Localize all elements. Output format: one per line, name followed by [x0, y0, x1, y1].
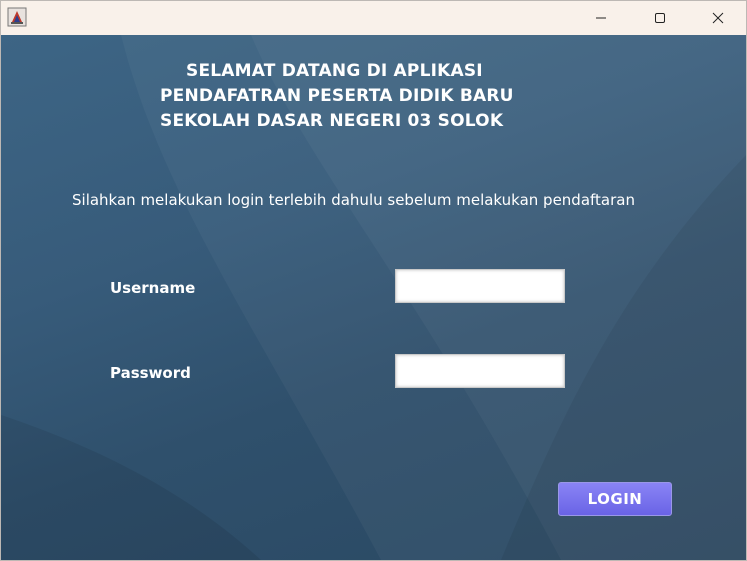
welcome-title-line2: PENDAFATRAN PESERTA DIDIK BARU: [160, 86, 514, 106]
minimize-icon: [596, 17, 606, 19]
login-button[interactable]: LOGIN: [558, 482, 672, 516]
close-button[interactable]: [689, 1, 746, 35]
login-instruction: Silahkan melakukan login terlebih dahulu…: [72, 191, 635, 209]
welcome-title-line1: SELAMAT DATANG DI APLIKASI: [186, 61, 483, 81]
password-label: Password: [110, 364, 191, 382]
username-input[interactable]: [395, 269, 565, 303]
maximize-button[interactable]: [631, 1, 689, 35]
java-cup-icon: [7, 7, 27, 27]
username-label: Username: [110, 279, 196, 297]
title-bar[interactable]: [1, 1, 746, 35]
app-window: SELAMAT DATANG DI APLIKASI PENDAFATRAN P…: [0, 0, 747, 561]
minimize-button[interactable]: [572, 1, 630, 35]
welcome-title-line3: SEKOLAH DASAR NEGERI 03 SOLOK: [160, 111, 504, 131]
maximize-icon: [655, 13, 665, 23]
password-input[interactable]: [395, 354, 565, 388]
login-panel: SELAMAT DATANG DI APLIKASI PENDAFATRAN P…: [1, 35, 746, 560]
close-icon: [712, 12, 724, 24]
